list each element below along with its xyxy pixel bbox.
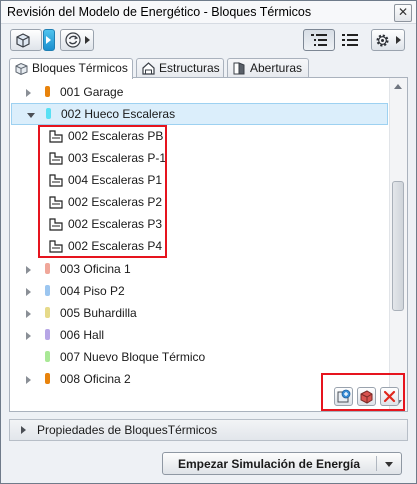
button-separator <box>376 456 377 471</box>
toolbar <box>1 23 416 57</box>
delete-icon <box>383 390 396 403</box>
zone-icon <box>49 196 63 209</box>
close-window-button[interactable]: ✕ <box>394 4 412 22</box>
tree-row-zone[interactable]: 002 Escaleras PB <box>10 125 390 147</box>
tree-row-piso-p2[interactable]: 004 Piso P2 <box>10 280 390 302</box>
list-view-icon <box>342 34 358 46</box>
properties-section-header[interactable]: Propiedades de BloquesTérmicos <box>9 419 408 441</box>
blocks-icon <box>15 62 28 76</box>
dropdown-arrow-icon <box>46 36 51 44</box>
tree-row-nuevo-bloque[interactable]: 007 Nuevo Bloque Térmico <box>10 346 390 368</box>
expand-arrow-icon[interactable] <box>26 310 31 318</box>
tree-row-hall[interactable]: 006 Hall <box>10 324 390 346</box>
scroll-thumb[interactable] <box>392 181 404 311</box>
tab-bar: Bloques Térmicos Estructuras Aberturas <box>9 58 408 79</box>
tab-label: Estructuras <box>159 61 220 75</box>
color-swatch <box>45 351 50 362</box>
start-simulation-label: Empezar Simulación de Energía <box>177 457 361 471</box>
zone-icon <box>49 130 63 143</box>
add-block-button[interactable] <box>334 387 353 406</box>
tree-row-label: 003 Oficina 1 <box>60 262 131 276</box>
expand-arrow-icon[interactable] <box>26 376 31 384</box>
collapse-arrow-icon[interactable] <box>27 113 35 118</box>
tree-row-zone[interactable]: 003 Escaleras P-1 <box>10 147 390 169</box>
refresh-icon <box>65 32 81 48</box>
tree-row-label: 007 Nuevo Bloque Térmico <box>60 350 206 364</box>
simulation-dropdown-arrow-icon[interactable] <box>385 462 393 467</box>
tree-row-garage[interactable]: 001 Garage <box>10 81 390 103</box>
tree-row-label: 006 Hall <box>60 328 105 342</box>
tree-row-oficina-2[interactable]: 008 Oficina 2 <box>10 368 390 390</box>
zone-icon <box>49 152 63 165</box>
settings-dropdown-arrow-icon <box>396 36 401 44</box>
color-swatch <box>45 373 50 384</box>
zone-icon <box>49 240 63 253</box>
view-dropdown-button[interactable] <box>43 29 55 51</box>
tree-row-label: 004 Piso P2 <box>60 284 125 298</box>
thermal-blocks-tree: 001 Garage 002 Hueco Escaleras 002 Escal… <box>10 78 390 411</box>
scroll-up-icon[interactable] <box>394 84 402 89</box>
tree-row-label: 002 Escaleras P4 <box>68 239 163 253</box>
assign-block-button[interactable] <box>357 387 376 406</box>
properties-label: Propiedades de BloquesTérmicos <box>37 423 218 437</box>
zone-icon <box>49 174 63 187</box>
tree-row-label: 002 Hueco Escaleras <box>61 107 176 121</box>
tree-row-label: 002 Escaleras PB <box>68 129 164 143</box>
tree-row-oficina-1[interactable]: 003 Oficina 1 <box>10 258 390 280</box>
title-bar: Revisión del Modelo de Energético - Bloq… <box>1 1 416 24</box>
tree-row-zone[interactable]: 002 Escaleras P3 <box>10 213 390 235</box>
expand-arrow-icon[interactable] <box>26 288 31 296</box>
tab-aberturas[interactable]: Aberturas <box>227 58 309 78</box>
tree-row-label: 002 Escaleras P3 <box>68 217 163 231</box>
tab-label: Bloques Térmicos <box>32 61 128 75</box>
color-swatch <box>45 86 50 97</box>
tree-row-zone[interactable]: 002 Escaleras P4 <box>10 235 390 257</box>
delete-button[interactable] <box>380 387 399 406</box>
settings-button[interactable] <box>371 29 405 51</box>
3d-model-icon <box>16 33 30 48</box>
color-swatch <box>46 108 51 119</box>
zone-icon <box>49 218 63 231</box>
tree-row-label: 001 Garage <box>60 85 124 99</box>
assign-block-icon <box>360 390 373 404</box>
expand-arrow-icon[interactable] <box>26 332 31 340</box>
3d-view-button[interactable] <box>10 29 42 51</box>
tree-row-hueco-escaleras[interactable]: 002 Hueco Escaleras <box>11 103 388 125</box>
start-simulation-button[interactable]: Empezar Simulación de Energía <box>162 452 402 475</box>
tree-row-label: 003 Escaleras P-1 <box>68 151 167 165</box>
energy-model-review-window: Revisión del Modelo de Energético - Bloq… <box>0 0 417 484</box>
window-title: Revisión del Modelo de Energético - Bloq… <box>7 5 312 19</box>
color-swatch <box>45 285 50 296</box>
color-swatch <box>45 329 50 340</box>
refresh-dropdown-arrow-icon <box>85 36 90 44</box>
tab-label: Aberturas <box>250 61 303 75</box>
tree-view-icon <box>311 34 327 46</box>
expand-arrow-icon[interactable] <box>26 89 31 97</box>
expand-arrow-icon[interactable] <box>26 266 31 274</box>
tree-row-label: 005 Buhardilla <box>60 306 137 320</box>
tree-row-buhardilla[interactable]: 005 Buhardilla <box>10 302 390 324</box>
door-icon <box>233 62 245 75</box>
add-block-icon <box>337 389 351 403</box>
list-view-button[interactable] <box>339 32 361 50</box>
tree-row-label: 008 Oficina 2 <box>60 372 131 386</box>
settings-gear-icon <box>376 34 389 47</box>
vertical-scrollbar[interactable] <box>389 78 407 411</box>
tree-row-zone[interactable]: 002 Escaleras P2 <box>10 191 390 213</box>
tab-estructuras[interactable]: Estructuras <box>136 58 224 78</box>
tree-row-label: 004 Escaleras P1 <box>68 173 163 187</box>
color-swatch <box>45 263 50 274</box>
color-swatch <box>45 307 50 318</box>
tree-row-label: 002 Escaleras P2 <box>68 195 163 209</box>
expand-arrow-icon[interactable] <box>21 426 26 434</box>
tree-row-zone[interactable]: 004 Escaleras P1 <box>10 169 390 191</box>
refresh-button[interactable] <box>60 29 94 51</box>
thermal-blocks-panel: 001 Garage 002 Hueco Escaleras 002 Escal… <box>9 77 408 412</box>
house-icon <box>142 62 155 75</box>
tree-view-button[interactable] <box>303 29 335 51</box>
tab-bloques-termicos[interactable]: Bloques Térmicos <box>9 58 133 79</box>
